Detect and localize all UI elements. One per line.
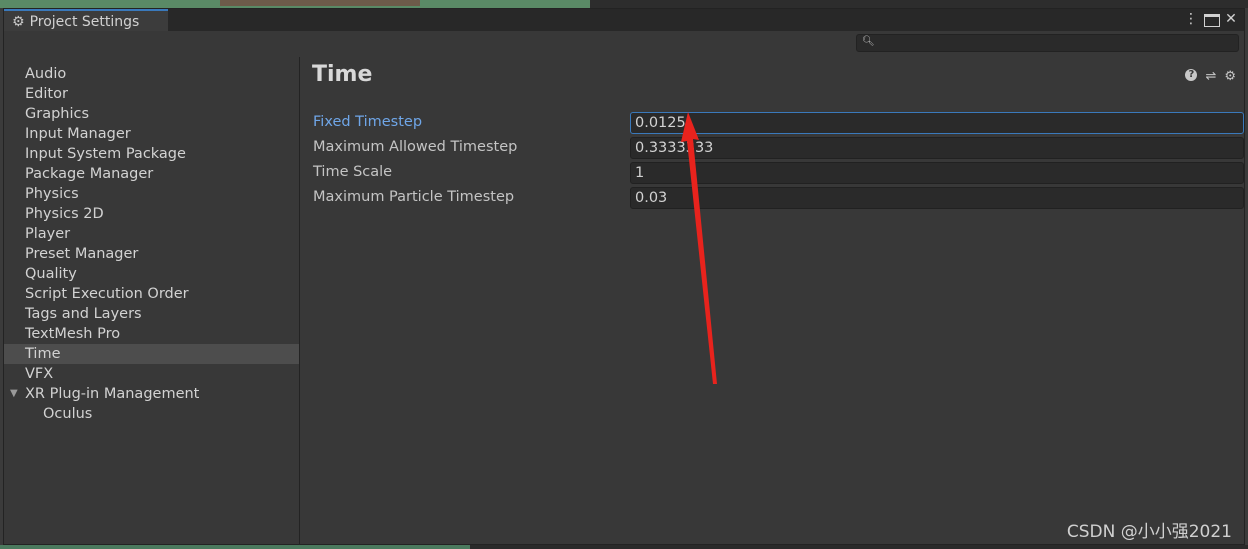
fixed-timestep-label: Fixed Timestep: [313, 114, 423, 130]
maximum-allowed-timestep-label: Maximum Allowed Timestep: [313, 139, 518, 155]
sidebar-item-audio[interactable]: Audio: [4, 64, 299, 84]
sidebar-item-player[interactable]: Player: [4, 224, 299, 244]
time-scale-label: Time Scale: [313, 164, 393, 180]
sidebar-item-preset-manager[interactable]: Preset Manager: [4, 244, 299, 264]
sidebar-item-vfx[interactable]: VFX: [4, 364, 299, 384]
field-maximum-allowed-timestep: Maximum Allowed Timestep: [312, 137, 1244, 159]
search-field[interactable]: 🔍︎: [856, 34, 1239, 52]
header-icons: ? ⇌ ⚙: [1185, 69, 1236, 84]
watermark: CSDN @小小强2021: [1066, 522, 1232, 542]
settings-nav: Audio Editor Graphics Input Manager Inpu…: [4, 57, 299, 424]
settings-sidebar: Audio Editor Graphics Input Manager Inpu…: [4, 57, 300, 544]
settings-icon[interactable]: ⚙: [1224, 69, 1236, 84]
maximum-allowed-timestep-input[interactable]: [630, 137, 1244, 159]
gear-icon: ⚙: [12, 13, 25, 30]
sidebar-item-time[interactable]: Time: [4, 344, 299, 364]
more-icon[interactable]: ⋮: [1184, 11, 1198, 31]
field-maximum-particle-timestep: Maximum Particle Timestep: [312, 187, 1244, 209]
toolbar: 🔍︎: [4, 31, 1244, 58]
background-hierarchy: [590, 0, 1248, 8]
preset-icon[interactable]: ⇌: [1205, 69, 1216, 84]
sidebar-item-tags-and-layers[interactable]: Tags and Layers: [4, 304, 299, 324]
window-controls: ⋮ ✕: [1184, 11, 1238, 31]
sidebar-item-input-manager[interactable]: Input Manager: [4, 124, 299, 144]
help-icon[interactable]: ?: [1185, 69, 1198, 81]
fixed-timestep-input[interactable]: [630, 112, 1244, 134]
tab-title: Project Settings: [29, 13, 140, 30]
sidebar-item-textmesh-pro[interactable]: TextMesh Pro: [4, 324, 299, 344]
background-bottom-scene: [0, 545, 470, 549]
maximize-icon[interactable]: [1204, 11, 1220, 31]
close-icon[interactable]: ✕: [1224, 11, 1238, 31]
maximum-particle-timestep-input[interactable]: [630, 187, 1244, 209]
sidebar-item-xr-plugin-management[interactable]: ▼ XR Plug-in Management: [4, 384, 299, 404]
time-scale-input[interactable]: [630, 162, 1244, 184]
background-scene-object: [220, 0, 420, 6]
field-fixed-timestep: Fixed Timestep: [312, 112, 1244, 134]
sidebar-item-package-manager[interactable]: Package Manager: [4, 164, 299, 184]
sidebar-item-physics-2d[interactable]: Physics 2D: [4, 204, 299, 224]
sidebar-item-editor[interactable]: Editor: [4, 84, 299, 104]
settings-content: Time ? ⇌ ⚙ Fixed Timestep Maximum Allowe…: [300, 57, 1244, 544]
sidebar-item-input-system-package[interactable]: Input System Package: [4, 144, 299, 164]
project-settings-window: ⚙ Project Settings ⋮ ✕ 🔍︎ Audio Editor G…: [3, 8, 1245, 545]
tab-project-settings[interactable]: ⚙ Project Settings: [4, 9, 168, 32]
maximum-particle-timestep-label: Maximum Particle Timestep: [313, 189, 515, 205]
sidebar-item-graphics[interactable]: Graphics: [4, 104, 299, 124]
sidebar-item-quality[interactable]: Quality: [4, 264, 299, 284]
sidebar-item-physics[interactable]: Physics: [4, 184, 299, 204]
fold-down-icon[interactable]: ▼: [10, 384, 18, 404]
search-icon: 🔍︎: [862, 36, 875, 47]
field-time-scale: Time Scale: [312, 162, 1244, 184]
page-title: Time: [312, 62, 373, 87]
sidebar-item-oculus[interactable]: Oculus: [4, 404, 299, 424]
title-bar: ⚙ Project Settings ⋮ ✕: [4, 9, 1244, 32]
sidebar-item-script-execution-order[interactable]: Script Execution Order: [4, 284, 299, 304]
